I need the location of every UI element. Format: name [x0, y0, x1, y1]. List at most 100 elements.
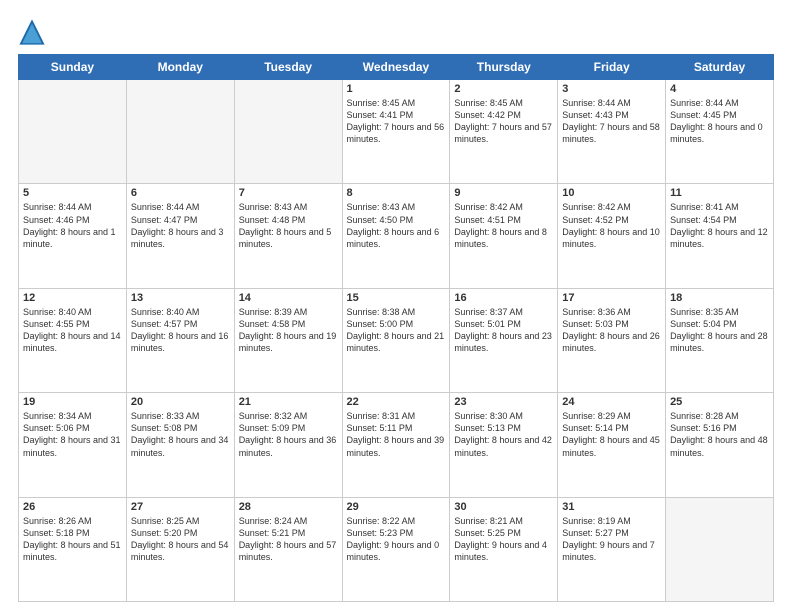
- day-number: 5: [23, 187, 122, 199]
- calendar-cell: 25 Sunrise: 8:28 AM Sunset: 5:16 PM Dayli…: [666, 393, 774, 497]
- day-number: 25: [670, 396, 769, 408]
- day-number: 17: [562, 292, 661, 304]
- cell-content: Sunrise: 8:43 AM Sunset: 4:50 PM Dayligh…: [347, 201, 446, 250]
- calendar-cell: 7Sunrise: 8:43 AM Sunset: 4:48 PM Daylig…: [234, 184, 342, 288]
- calendar-cell: [234, 80, 342, 184]
- day-number: 4: [670, 83, 769, 95]
- cell-content: Sunrise: 8:42 AM Sunset: 4:52 PM Dayligh…: [562, 201, 661, 250]
- calendar-cell: 4 Sunrise: 8:44 AM Sunset: 4:45 PM Daylig…: [666, 80, 774, 184]
- cell-content: Sunrise: 8:38 AM Sunset: 5:00 PM Dayligh…: [347, 306, 446, 355]
- calendar-week-row: 1Sunrise: 8:45 AM Sunset: 4:41 PM Daylig…: [19, 80, 774, 184]
- cell-content: Sunrise: 8:31 AM Sunset: 5:11 PM Dayligh…: [347, 410, 446, 459]
- calendar-week-row: 19 Sunrise: 8:34 AM Sunset: 5:06 PM Dayli…: [19, 393, 774, 497]
- calendar-cell: 18 Sunrise: 8:35 AM Sunset: 5:04 PM Dayli…: [666, 288, 774, 392]
- calendar-cell: 30Sunrise: 8:21 AM Sunset: 5:25 PM Dayli…: [450, 497, 558, 601]
- calendar-cell: 11 Sunrise: 8:41 AM Sunset: 4:54 PM Dayli…: [666, 184, 774, 288]
- day-number: 31: [562, 501, 661, 513]
- day-number: 26: [23, 501, 122, 513]
- cell-content: Sunrise: 8:19 AM Sunset: 5:27 PM Dayligh…: [562, 515, 661, 564]
- calendar-cell: 23Sunrise: 8:30 AM Sunset: 5:13 PM Dayli…: [450, 393, 558, 497]
- calendar-cell: 22Sunrise: 8:31 AM Sunset: 5:11 PM Dayli…: [342, 393, 450, 497]
- calendar-cell: 28 Sunrise: 8:24 AM Sunset: 5:21 PM Dayli…: [234, 497, 342, 601]
- day-number: 24: [562, 396, 661, 408]
- calendar-cell: 16 Sunrise: 8:37 AM Sunset: 5:01 PM Dayli…: [450, 288, 558, 392]
- cell-content: Sunrise: 8:42 AM Sunset: 4:51 PM Dayligh…: [454, 201, 553, 250]
- calendar-cell: 17 Sunrise: 8:36 AM Sunset: 5:03 PM Dayli…: [558, 288, 666, 392]
- calendar-cell: 29 Sunrise: 8:22 AM Sunset: 5:23 PM Dayli…: [342, 497, 450, 601]
- calendar-cell: 10 Sunrise: 8:42 AM Sunset: 4:52 PM Dayli…: [558, 184, 666, 288]
- cell-content: Sunrise: 8:22 AM Sunset: 5:23 PM Dayligh…: [347, 515, 446, 564]
- calendar-table: SundayMondayTuesdayWednesdayThursdayFrid…: [18, 54, 774, 602]
- day-number: 13: [131, 292, 230, 304]
- day-number: 9: [454, 187, 553, 199]
- cell-content: Sunrise: 8:39 AM Sunset: 4:58 PM Dayligh…: [239, 306, 338, 355]
- calendar-header-row: SundayMondayTuesdayWednesdayThursdayFrid…: [19, 55, 774, 80]
- calendar-cell: 9 Sunrise: 8:42 AM Sunset: 4:51 PM Daylig…: [450, 184, 558, 288]
- calendar-cell: 2Sunrise: 8:45 AM Sunset: 4:42 PM Daylig…: [450, 80, 558, 184]
- day-number: 21: [239, 396, 338, 408]
- calendar-cell: 20 Sunrise: 8:33 AM Sunset: 5:08 PM Dayli…: [126, 393, 234, 497]
- cell-content: Sunrise: 8:41 AM Sunset: 4:54 PM Dayligh…: [670, 201, 769, 250]
- cell-content: Sunrise: 8:32 AM Sunset: 5:09 PM Dayligh…: [239, 410, 338, 459]
- calendar-cell: 26 Sunrise: 8:26 AM Sunset: 5:18 PM Dayli…: [19, 497, 127, 601]
- calendar-cell: 14Sunrise: 8:39 AM Sunset: 4:58 PM Dayli…: [234, 288, 342, 392]
- cell-content: Sunrise: 8:34 AM Sunset: 5:06 PM Dayligh…: [23, 410, 122, 459]
- day-number: 19: [23, 396, 122, 408]
- day-number: 16: [454, 292, 553, 304]
- cell-content: Sunrise: 8:33 AM Sunset: 5:08 PM Dayligh…: [131, 410, 230, 459]
- calendar-week-row: 12Sunrise: 8:40 AM Sunset: 4:55 PM Dayli…: [19, 288, 774, 392]
- calendar-day-header: Thursday: [450, 55, 558, 80]
- day-number: 20: [131, 396, 230, 408]
- cell-content: Sunrise: 8:26 AM Sunset: 5:18 PM Dayligh…: [23, 515, 122, 564]
- cell-content: Sunrise: 8:40 AM Sunset: 4:57 PM Dayligh…: [131, 306, 230, 355]
- day-number: 10: [562, 187, 661, 199]
- cell-content: Sunrise: 8:37 AM Sunset: 5:01 PM Dayligh…: [454, 306, 553, 355]
- calendar-cell: 8 Sunrise: 8:43 AM Sunset: 4:50 PM Daylig…: [342, 184, 450, 288]
- day-number: 7: [239, 187, 338, 199]
- calendar-cell: 15Sunrise: 8:38 AM Sunset: 5:00 PM Dayli…: [342, 288, 450, 392]
- calendar-cell: 31 Sunrise: 8:19 AM Sunset: 5:27 PM Dayli…: [558, 497, 666, 601]
- cell-content: Sunrise: 8:44 AM Sunset: 4:46 PM Dayligh…: [23, 201, 122, 250]
- calendar-cell: 21 Sunrise: 8:32 AM Sunset: 5:09 PM Dayli…: [234, 393, 342, 497]
- cell-content: Sunrise: 8:35 AM Sunset: 5:04 PM Dayligh…: [670, 306, 769, 355]
- logo-icon: [18, 18, 46, 46]
- calendar-cell: 27Sunrise: 8:25 AM Sunset: 5:20 PM Dayli…: [126, 497, 234, 601]
- calendar-cell: 13 Sunrise: 8:40 AM Sunset: 4:57 PM Dayli…: [126, 288, 234, 392]
- cell-content: Sunrise: 8:45 AM Sunset: 4:42 PM Dayligh…: [454, 97, 553, 146]
- day-number: 3: [562, 83, 661, 95]
- cell-content: Sunrise: 8:44 AM Sunset: 4:47 PM Dayligh…: [131, 201, 230, 250]
- calendar-cell: [19, 80, 127, 184]
- cell-content: Sunrise: 8:36 AM Sunset: 5:03 PM Dayligh…: [562, 306, 661, 355]
- calendar-day-header: Wednesday: [342, 55, 450, 80]
- calendar-day-header: Sunday: [19, 55, 127, 80]
- cell-content: Sunrise: 8:24 AM Sunset: 5:21 PM Dayligh…: [239, 515, 338, 564]
- calendar-cell: 3 Sunrise: 8:44 AM Sunset: 4:43 PM Daylig…: [558, 80, 666, 184]
- cell-content: Sunrise: 8:40 AM Sunset: 4:55 PM Dayligh…: [23, 306, 122, 355]
- cell-content: Sunrise: 8:28 AM Sunset: 5:16 PM Dayligh…: [670, 410, 769, 459]
- calendar-week-row: 26 Sunrise: 8:26 AM Sunset: 5:18 PM Dayli…: [19, 497, 774, 601]
- day-number: 6: [131, 187, 230, 199]
- calendar-cell: 6 Sunrise: 8:44 AM Sunset: 4:47 PM Daylig…: [126, 184, 234, 288]
- day-number: 28: [239, 501, 338, 513]
- cell-content: Sunrise: 8:21 AM Sunset: 5:25 PM Dayligh…: [454, 515, 553, 564]
- day-number: 8: [347, 187, 446, 199]
- calendar-day-header: Monday: [126, 55, 234, 80]
- day-number: 11: [670, 187, 769, 199]
- cell-content: Sunrise: 8:44 AM Sunset: 4:43 PM Dayligh…: [562, 97, 661, 146]
- calendar-week-row: 5 Sunrise: 8:44 AM Sunset: 4:46 PM Daylig…: [19, 184, 774, 288]
- calendar-day-header: Tuesday: [234, 55, 342, 80]
- header: [18, 18, 774, 46]
- calendar-cell: 1Sunrise: 8:45 AM Sunset: 4:41 PM Daylig…: [342, 80, 450, 184]
- calendar-day-header: Saturday: [666, 55, 774, 80]
- day-number: 1: [347, 83, 446, 95]
- calendar-cell: 19 Sunrise: 8:34 AM Sunset: 5:06 PM Dayli…: [19, 393, 127, 497]
- calendar-cell: 12Sunrise: 8:40 AM Sunset: 4:55 PM Dayli…: [19, 288, 127, 392]
- day-number: 18: [670, 292, 769, 304]
- calendar-day-header: Friday: [558, 55, 666, 80]
- logo: [18, 18, 50, 46]
- cell-content: Sunrise: 8:25 AM Sunset: 5:20 PM Dayligh…: [131, 515, 230, 564]
- day-number: 23: [454, 396, 553, 408]
- day-number: 29: [347, 501, 446, 513]
- cell-content: Sunrise: 8:44 AM Sunset: 4:45 PM Dayligh…: [670, 97, 769, 146]
- cell-content: Sunrise: 8:29 AM Sunset: 5:14 PM Dayligh…: [562, 410, 661, 459]
